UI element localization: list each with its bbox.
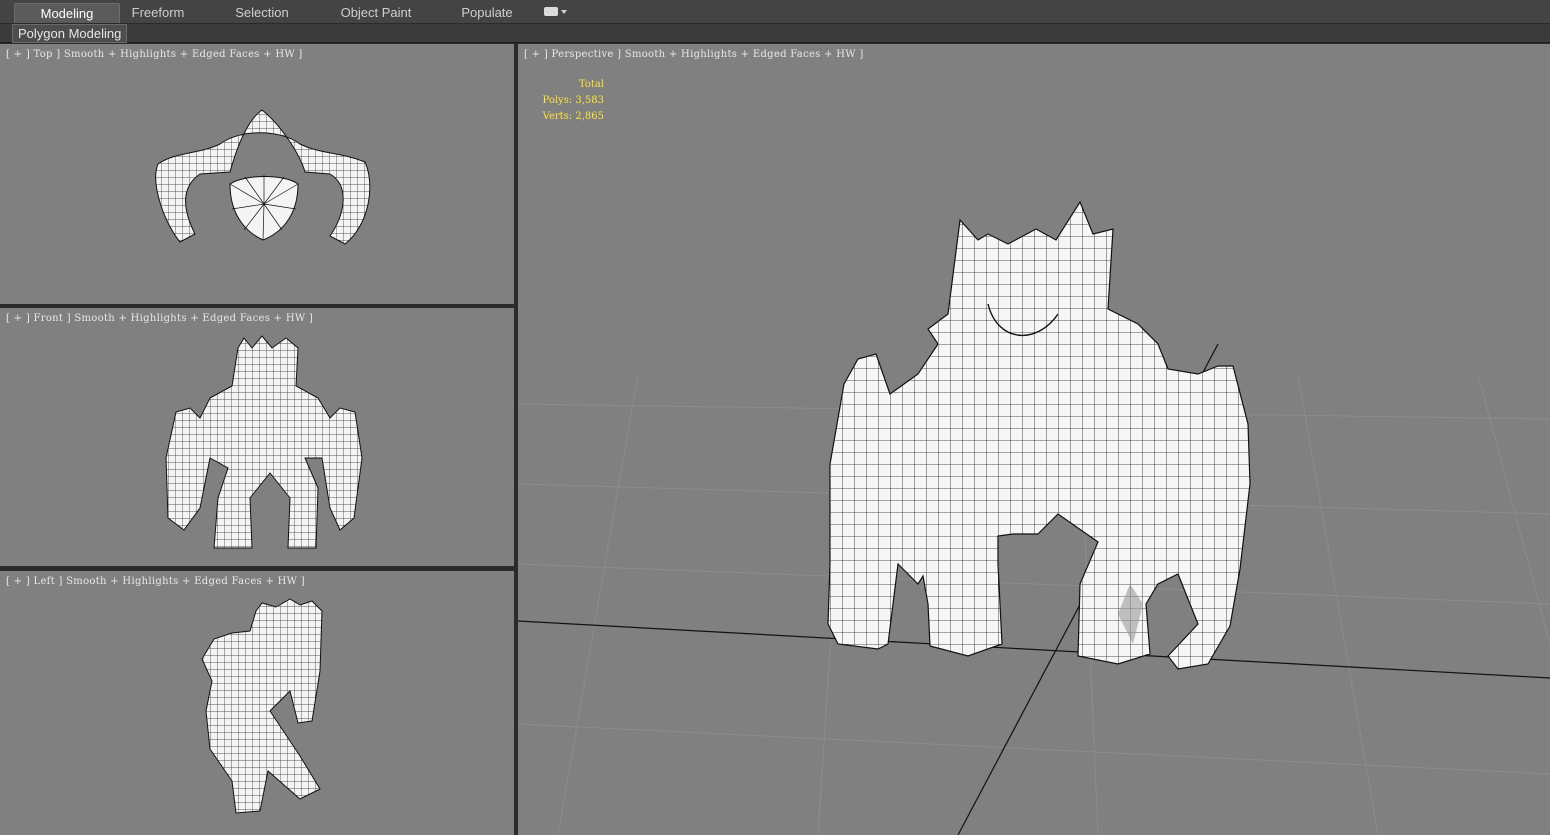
model-front-view — [165, 335, 363, 549]
tab-populate[interactable]: Populate — [448, 3, 526, 22]
tab-object-paint[interactable]: Object Paint — [330, 3, 422, 22]
tab-modeling[interactable]: Modeling — [14, 3, 120, 23]
viewport-perspective[interactable]: [ + ] Perspective ] Smooth + Highlights … — [518, 44, 1550, 835]
model-top-view — [155, 109, 371, 245]
viewport-top[interactable]: [ + ] Top ] Smooth + Highlights + Edged … — [0, 44, 514, 304]
ribbon-tab-bar: Modeling Freeform Selection Object Paint… — [0, 0, 1550, 24]
tab-freeform[interactable]: Freeform — [118, 3, 198, 22]
viewport-left[interactable]: [ + ] Left ] Smooth + Highlights + Edged… — [0, 571, 514, 835]
tab-selection[interactable]: Selection — [220, 3, 304, 22]
viewport-front[interactable]: [ + ] Front ] Smooth + Highlights + Edge… — [0, 308, 514, 566]
perspective-scene — [518, 200, 1550, 835]
chevron-down-icon[interactable] — [561, 10, 567, 14]
dropdown-icon[interactable] — [544, 7, 558, 16]
ribbon: Modeling Freeform Selection Object Paint… — [0, 0, 1550, 43]
polygon-modeling-panel[interactable]: Polygon Modeling — [12, 24, 128, 43]
model-left-view — [201, 598, 323, 814]
